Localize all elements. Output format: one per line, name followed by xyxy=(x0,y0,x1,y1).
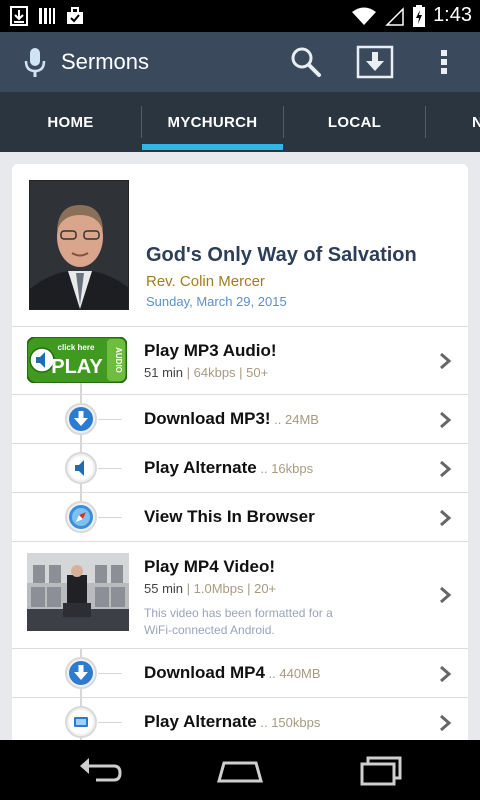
sermon-date: Sunday, March 29, 2015 xyxy=(146,294,287,309)
play-mp4-row[interactable]: Play MP4 Video! 55 min | 1.0Mbps | 20+ T… xyxy=(12,541,468,648)
play-alternate-video-bitrate: .. 150kbps xyxy=(256,715,321,730)
signal-icon xyxy=(385,6,404,26)
play-audio-badge-icon: AUDIO click here PLAY xyxy=(27,337,127,383)
home-icon[interactable] xyxy=(216,752,264,788)
download-notification-icon xyxy=(10,6,28,26)
play-alternate-audio-label: Play Alternate xyxy=(144,458,257,477)
overflow-menu-icon[interactable] xyxy=(432,44,456,80)
view-in-browser-row[interactable]: View This In Browser xyxy=(12,492,468,541)
library-notification-icon xyxy=(39,8,55,24)
briefcase-notification-icon xyxy=(67,7,83,24)
microphone-icon[interactable] xyxy=(22,46,48,80)
play-mp4-title: Play MP4 Video! xyxy=(144,557,276,576)
svg-text:click here: click here xyxy=(58,343,95,352)
sermon-title: God's Only Way of Salvation xyxy=(146,244,417,266)
download-mp4-size: .. 440MB xyxy=(264,666,321,681)
download-mp3-size: .. 24MB xyxy=(270,412,319,427)
svg-text:AUDIO: AUDIO xyxy=(114,347,123,373)
chevron-right-icon xyxy=(440,353,452,369)
chevron-right-icon xyxy=(440,461,452,477)
download-icon xyxy=(65,403,97,435)
download-mp4-label: Download MP4 xyxy=(144,663,265,682)
sermon-card: God's Only Way of Salvation Rev. Colin M… xyxy=(12,164,468,764)
clock: 1:43 xyxy=(433,4,472,26)
action-bar: Sermons xyxy=(0,32,480,92)
download-icon xyxy=(65,657,97,689)
chevron-right-icon xyxy=(440,587,452,603)
tab-home[interactable]: HOME xyxy=(0,92,141,152)
app-title: Sermons xyxy=(61,49,150,74)
play-mp4-meta: 55 min | 1.0Mbps | 20+ xyxy=(144,581,277,596)
tab-bar: HOME MYCHURCH LOCAL N xyxy=(0,92,480,152)
battery-icon xyxy=(413,4,426,27)
download-mp3-label: Download MP3! xyxy=(144,409,271,428)
tab-next[interactable]: N xyxy=(472,92,480,152)
svg-text:PLAY: PLAY xyxy=(51,356,103,378)
speaker-icon xyxy=(65,452,97,484)
chevron-right-icon xyxy=(440,715,452,731)
wifi-icon xyxy=(352,7,377,25)
compass-icon xyxy=(65,501,97,533)
play-alternate-video-label: Play Alternate xyxy=(144,712,257,731)
play-alternate-audio-bitrate: .. 16kbps xyxy=(256,461,314,476)
speaker-name[interactable]: Rev. Colin Mercer xyxy=(146,273,265,290)
download-mp4-row[interactable]: Download MP4 .. 440MB xyxy=(12,648,468,697)
download-icon[interactable] xyxy=(356,44,394,80)
chevron-right-icon xyxy=(440,666,452,682)
chevron-right-icon xyxy=(440,412,452,428)
play-alternate-video-row[interactable]: Play Alternate .. 150kbps xyxy=(12,697,468,746)
chevron-right-icon xyxy=(440,510,452,526)
video-thumbnail xyxy=(27,553,129,631)
screen-icon xyxy=(65,706,97,738)
play-mp3-title: Play MP3 Audio! xyxy=(144,341,277,360)
download-mp3-row[interactable]: Download MP3! .. 24MB xyxy=(12,394,468,443)
navigation-bar xyxy=(0,740,480,800)
play-mp3-row[interactable]: AUDIO click here PLAY Play MP3 Audio! 51… xyxy=(12,326,468,394)
back-icon[interactable] xyxy=(76,752,124,788)
selected-tab-indicator xyxy=(142,144,283,150)
status-bar: 1:43 xyxy=(0,0,480,32)
tab-mychurch[interactable]: MYCHURCH xyxy=(142,92,283,152)
speaker-photo xyxy=(29,180,129,310)
play-mp3-meta: 51 min | 64kbps | 50+ xyxy=(144,365,269,380)
play-alternate-audio-row[interactable]: Play Alternate .. 16kbps xyxy=(12,443,468,492)
search-icon[interactable] xyxy=(288,44,324,80)
tab-local[interactable]: LOCAL xyxy=(284,92,425,152)
recent-apps-icon[interactable] xyxy=(358,752,406,788)
view-in-browser-label: View This In Browser xyxy=(144,507,315,526)
video-format-note: This video has been formatted for a WiFi… xyxy=(144,606,333,637)
tab-divider xyxy=(425,106,426,138)
